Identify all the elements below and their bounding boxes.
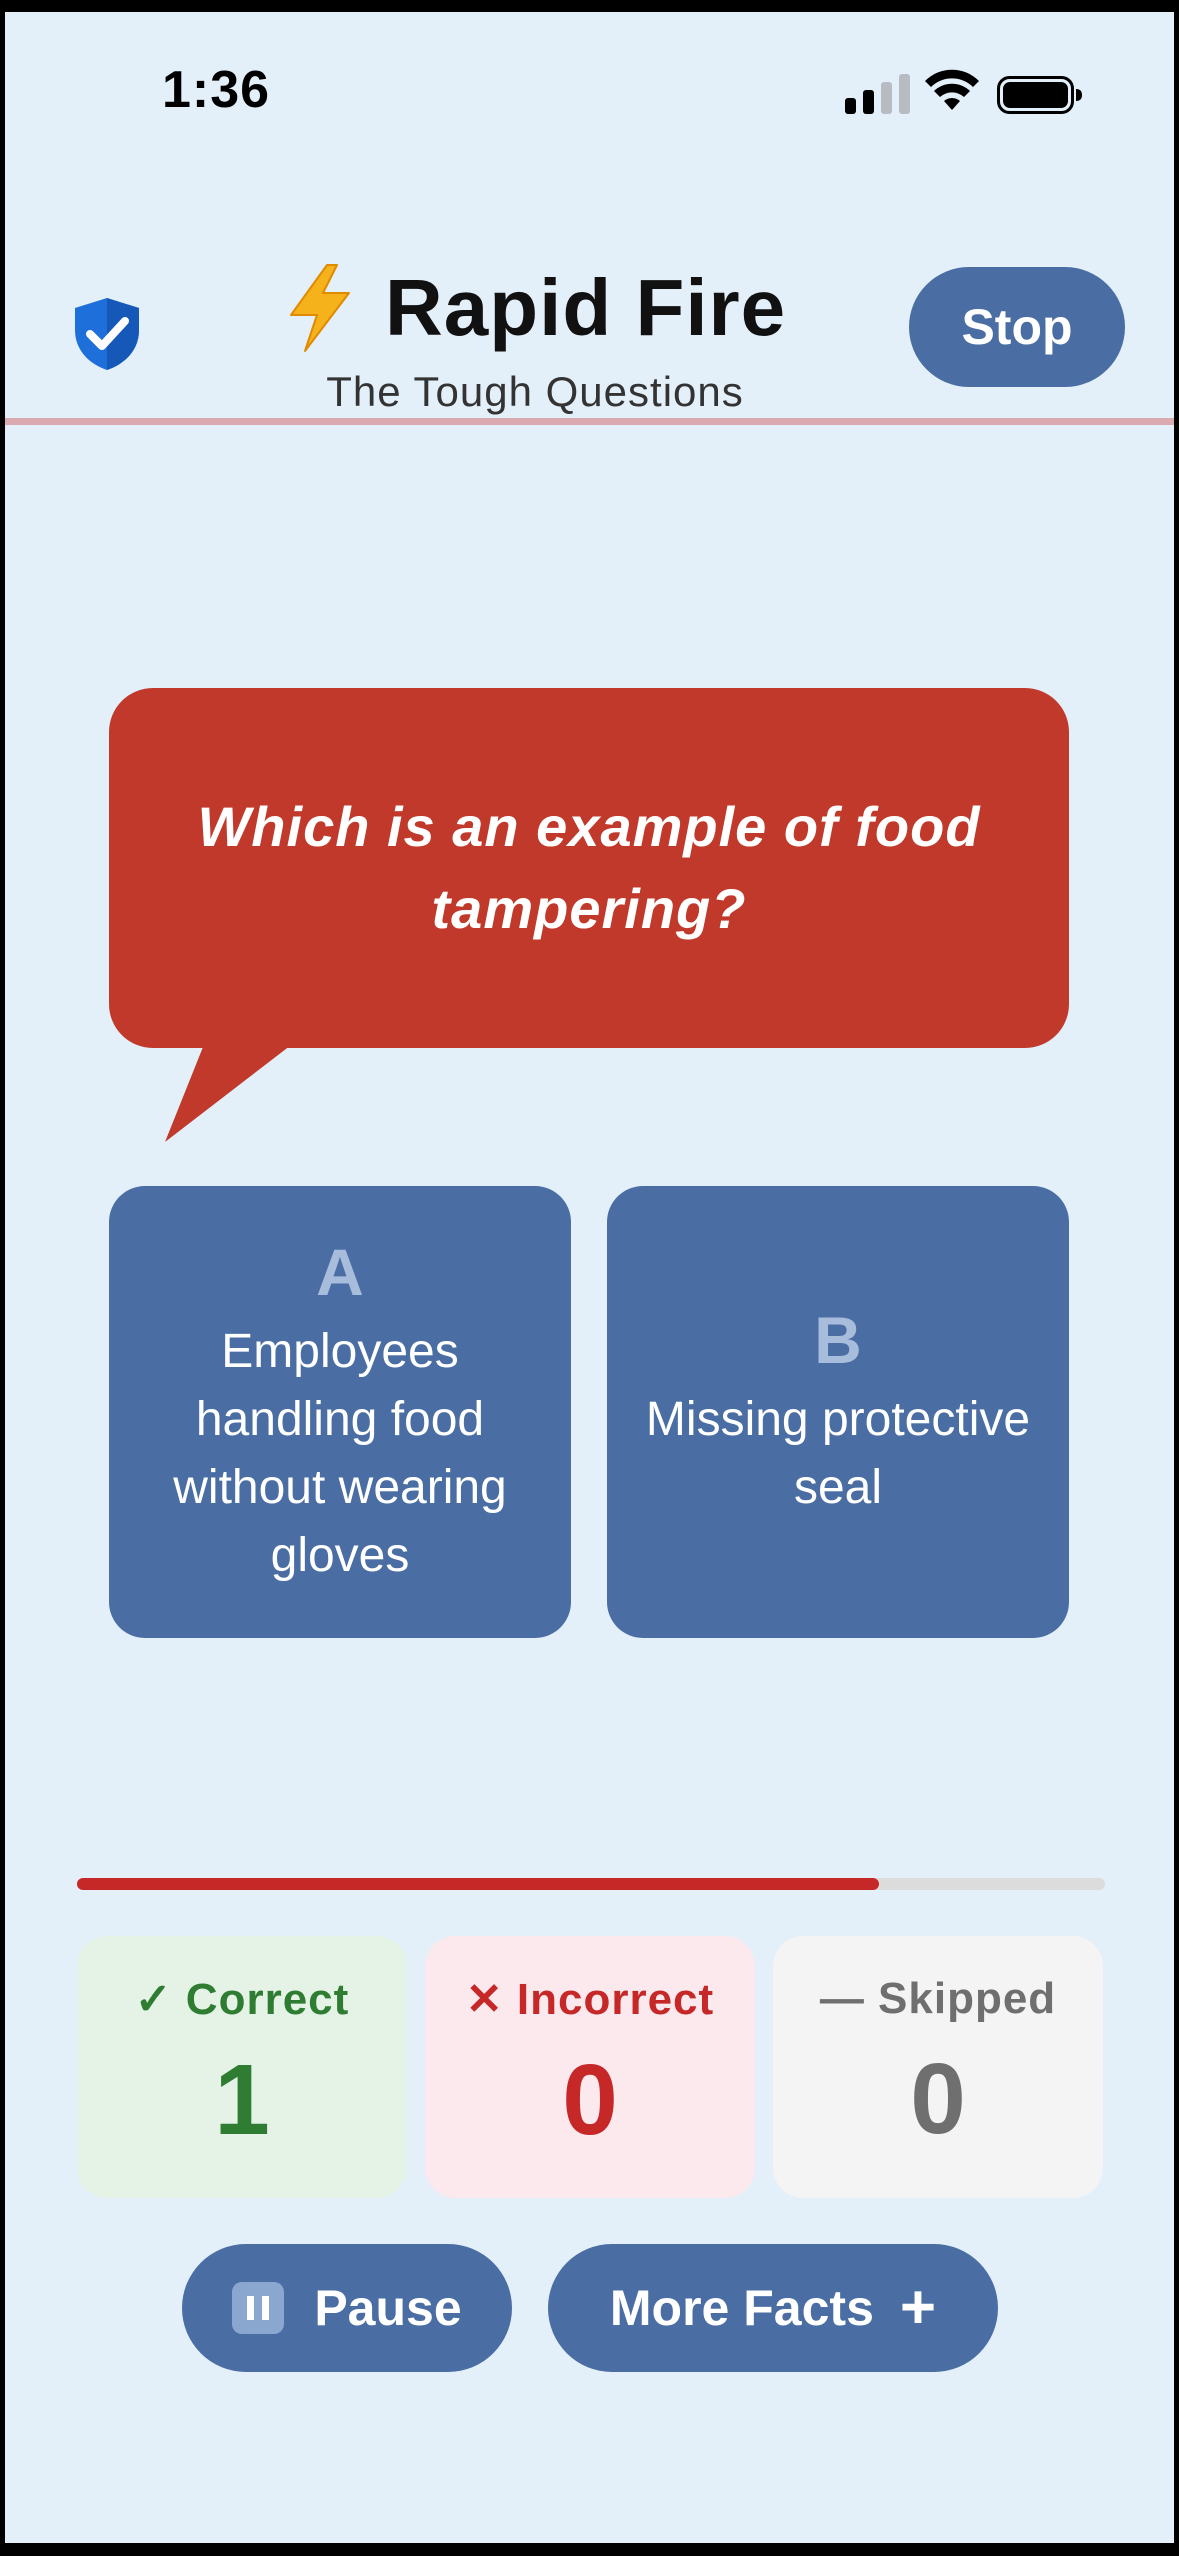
status-time: 1:36 [162,61,271,119]
progress-fill [77,1878,879,1890]
wifi-icon [925,69,979,110]
cellular-signal-icon [845,74,911,114]
answer-option-a[interactable]: A Employees handling food without wearin… [109,1186,571,1638]
skipped-count: 0 [910,2043,966,2155]
incorrect-count: 0 [562,2044,618,2156]
question-bubble: Which is an example of food tampering? [109,688,1069,1048]
title-group: Rapid Fire [285,258,786,358]
incorrect-score-card: ✕ Incorrect 0 [425,1936,755,2198]
incorrect-label: ✕ Incorrect [465,1975,715,2024]
more-facts-label: More Facts [609,2280,874,2336]
stop-button[interactable]: Stop [909,267,1125,387]
skipped-label: — Skipped [819,1974,1057,2023]
correct-label: ✓ Correct [134,1975,350,2024]
battery-icon [997,76,1082,114]
answer-option-b[interactable]: B Missing protective seal [607,1186,1069,1638]
correct-count: 1 [214,2044,270,2156]
pause-icon [232,2282,285,2334]
lightning-bolt-icon [290,264,350,352]
pause-button[interactable]: Pause [182,2244,512,2372]
correct-score-card: ✓ Correct 1 [77,1936,407,2198]
plus-icon: + [899,2273,937,2342]
speech-bubble-tail [165,1042,295,1142]
more-facts-button[interactable]: More Facts + [548,2244,998,2372]
page-subtitle: The Tough Questions [326,368,744,415]
pause-label: Pause [314,2280,462,2336]
answer-letter: B [814,1303,862,1377]
answer-text: Employees handling food without wearing … [173,1325,507,1582]
progress-bar [77,1878,1105,1890]
answer-letter: A [316,1235,364,1309]
page-title: Rapid Fire [385,263,787,352]
answer-text: Missing protective seal [645,1393,1031,1514]
shield-check-icon [75,298,139,370]
app-screen: 1:36 Rapid Fire The Tough Questions Stop… [5,12,1174,2543]
question-text: Which is an example of food tampering? [197,795,981,940]
skipped-score-card: — Skipped 0 [773,1936,1103,2198]
header-divider [5,418,1174,425]
